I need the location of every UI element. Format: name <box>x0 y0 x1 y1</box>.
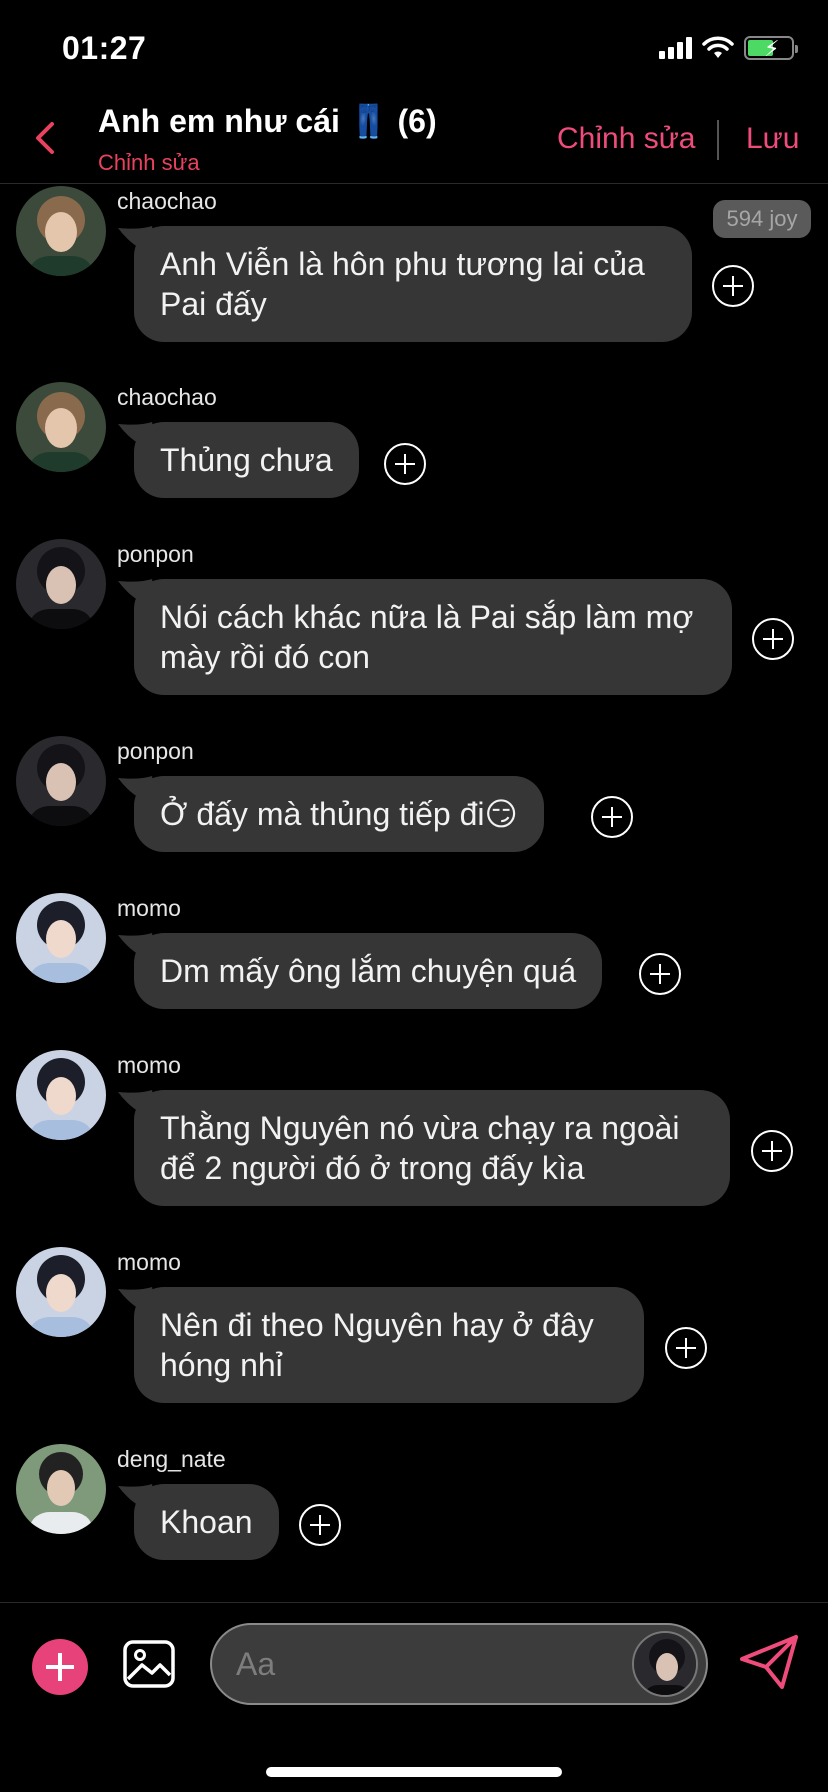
sender-name: ponpon <box>117 738 194 764</box>
status-time: 01:27 <box>62 30 147 66</box>
sender-name: ponpon <box>117 541 194 567</box>
message-input-container[interactable] <box>210 1623 708 1705</box>
status-bar: 01:27 ⚡ <box>0 0 828 90</box>
chat-subtitle[interactable]: Chỉnh sửa <box>98 150 200 176</box>
sender-name: momo <box>117 895 181 921</box>
image-icon[interactable] <box>122 1637 176 1691</box>
edit-button[interactable]: Chỉnh sửa <box>557 122 696 156</box>
avatar[interactable] <box>16 893 106 983</box>
add-reaction-icon[interactable] <box>712 265 754 307</box>
chat-title: Anh em như cái 👖 (6) <box>98 103 437 139</box>
avatar[interactable] <box>16 539 106 629</box>
send-icon[interactable] <box>738 1633 800 1691</box>
back-chevron-icon[interactable] <box>28 118 64 158</box>
persona-avatar[interactable] <box>632 1631 698 1697</box>
message-bubble[interactable]: Anh Viễn là hôn phu tương lai của Pai đấ… <box>134 226 692 342</box>
message-bubble[interactable]: Thủng chưa <box>134 422 359 498</box>
status-icons: ⚡ <box>659 36 798 61</box>
add-reaction-icon[interactable] <box>639 953 681 995</box>
message-bubble[interactable]: Nói cách khác nữa là Pai sắp làm mợ mày … <box>134 579 732 695</box>
joy-badge: 594 joy <box>713 200 811 238</box>
message-bubble[interactable]: Khoan <box>134 1484 279 1560</box>
sender-name: momo <box>117 1249 181 1275</box>
message-bubble[interactable]: Dm mấy ông lắm chuyện quá <box>134 933 603 1009</box>
cellular-signal-icon <box>659 37 692 59</box>
avatar[interactable] <box>16 736 106 826</box>
plus-icon[interactable] <box>32 1639 88 1695</box>
avatar[interactable] <box>16 1444 106 1534</box>
add-reaction-icon[interactable] <box>751 1130 793 1172</box>
add-reaction-icon[interactable] <box>384 443 426 485</box>
message-input[interactable] <box>236 1639 616 1689</box>
message-bubble[interactable]: Nên đi theo Nguyên hay ở đây hóng nhỉ <box>134 1287 644 1403</box>
add-reaction-icon[interactable] <box>591 796 633 838</box>
battery-icon: ⚡ <box>744 36 798 61</box>
message-bubble[interactable]: Thằng Nguyên nó vừa chạy ra ngoài để 2 n… <box>134 1090 730 1206</box>
header-divider <box>717 120 719 160</box>
avatar[interactable] <box>16 1247 106 1337</box>
sender-name: deng_nate <box>117 1446 226 1472</box>
sender-name: chaochao <box>117 384 217 410</box>
avatar[interactable] <box>16 1050 106 1140</box>
wifi-icon <box>702 36 734 58</box>
composer-bar <box>0 1602 828 1792</box>
avatar[interactable] <box>16 382 106 472</box>
add-reaction-icon[interactable] <box>665 1327 707 1369</box>
chat-header: Anh em như cái 👖 (6) Chỉnh sửa Chỉnh sửa… <box>0 90 828 184</box>
add-reaction-icon[interactable] <box>299 1504 341 1546</box>
add-reaction-icon[interactable] <box>752 618 794 660</box>
sender-name: chaochao <box>117 188 217 214</box>
home-indicator <box>266 1767 562 1777</box>
message-bubble[interactable]: Ở đấy mà thủng tiếp đi😏 <box>134 776 544 852</box>
save-button[interactable]: Lưu <box>746 122 799 156</box>
sender-name: momo <box>117 1052 181 1078</box>
avatar[interactable] <box>16 186 106 276</box>
